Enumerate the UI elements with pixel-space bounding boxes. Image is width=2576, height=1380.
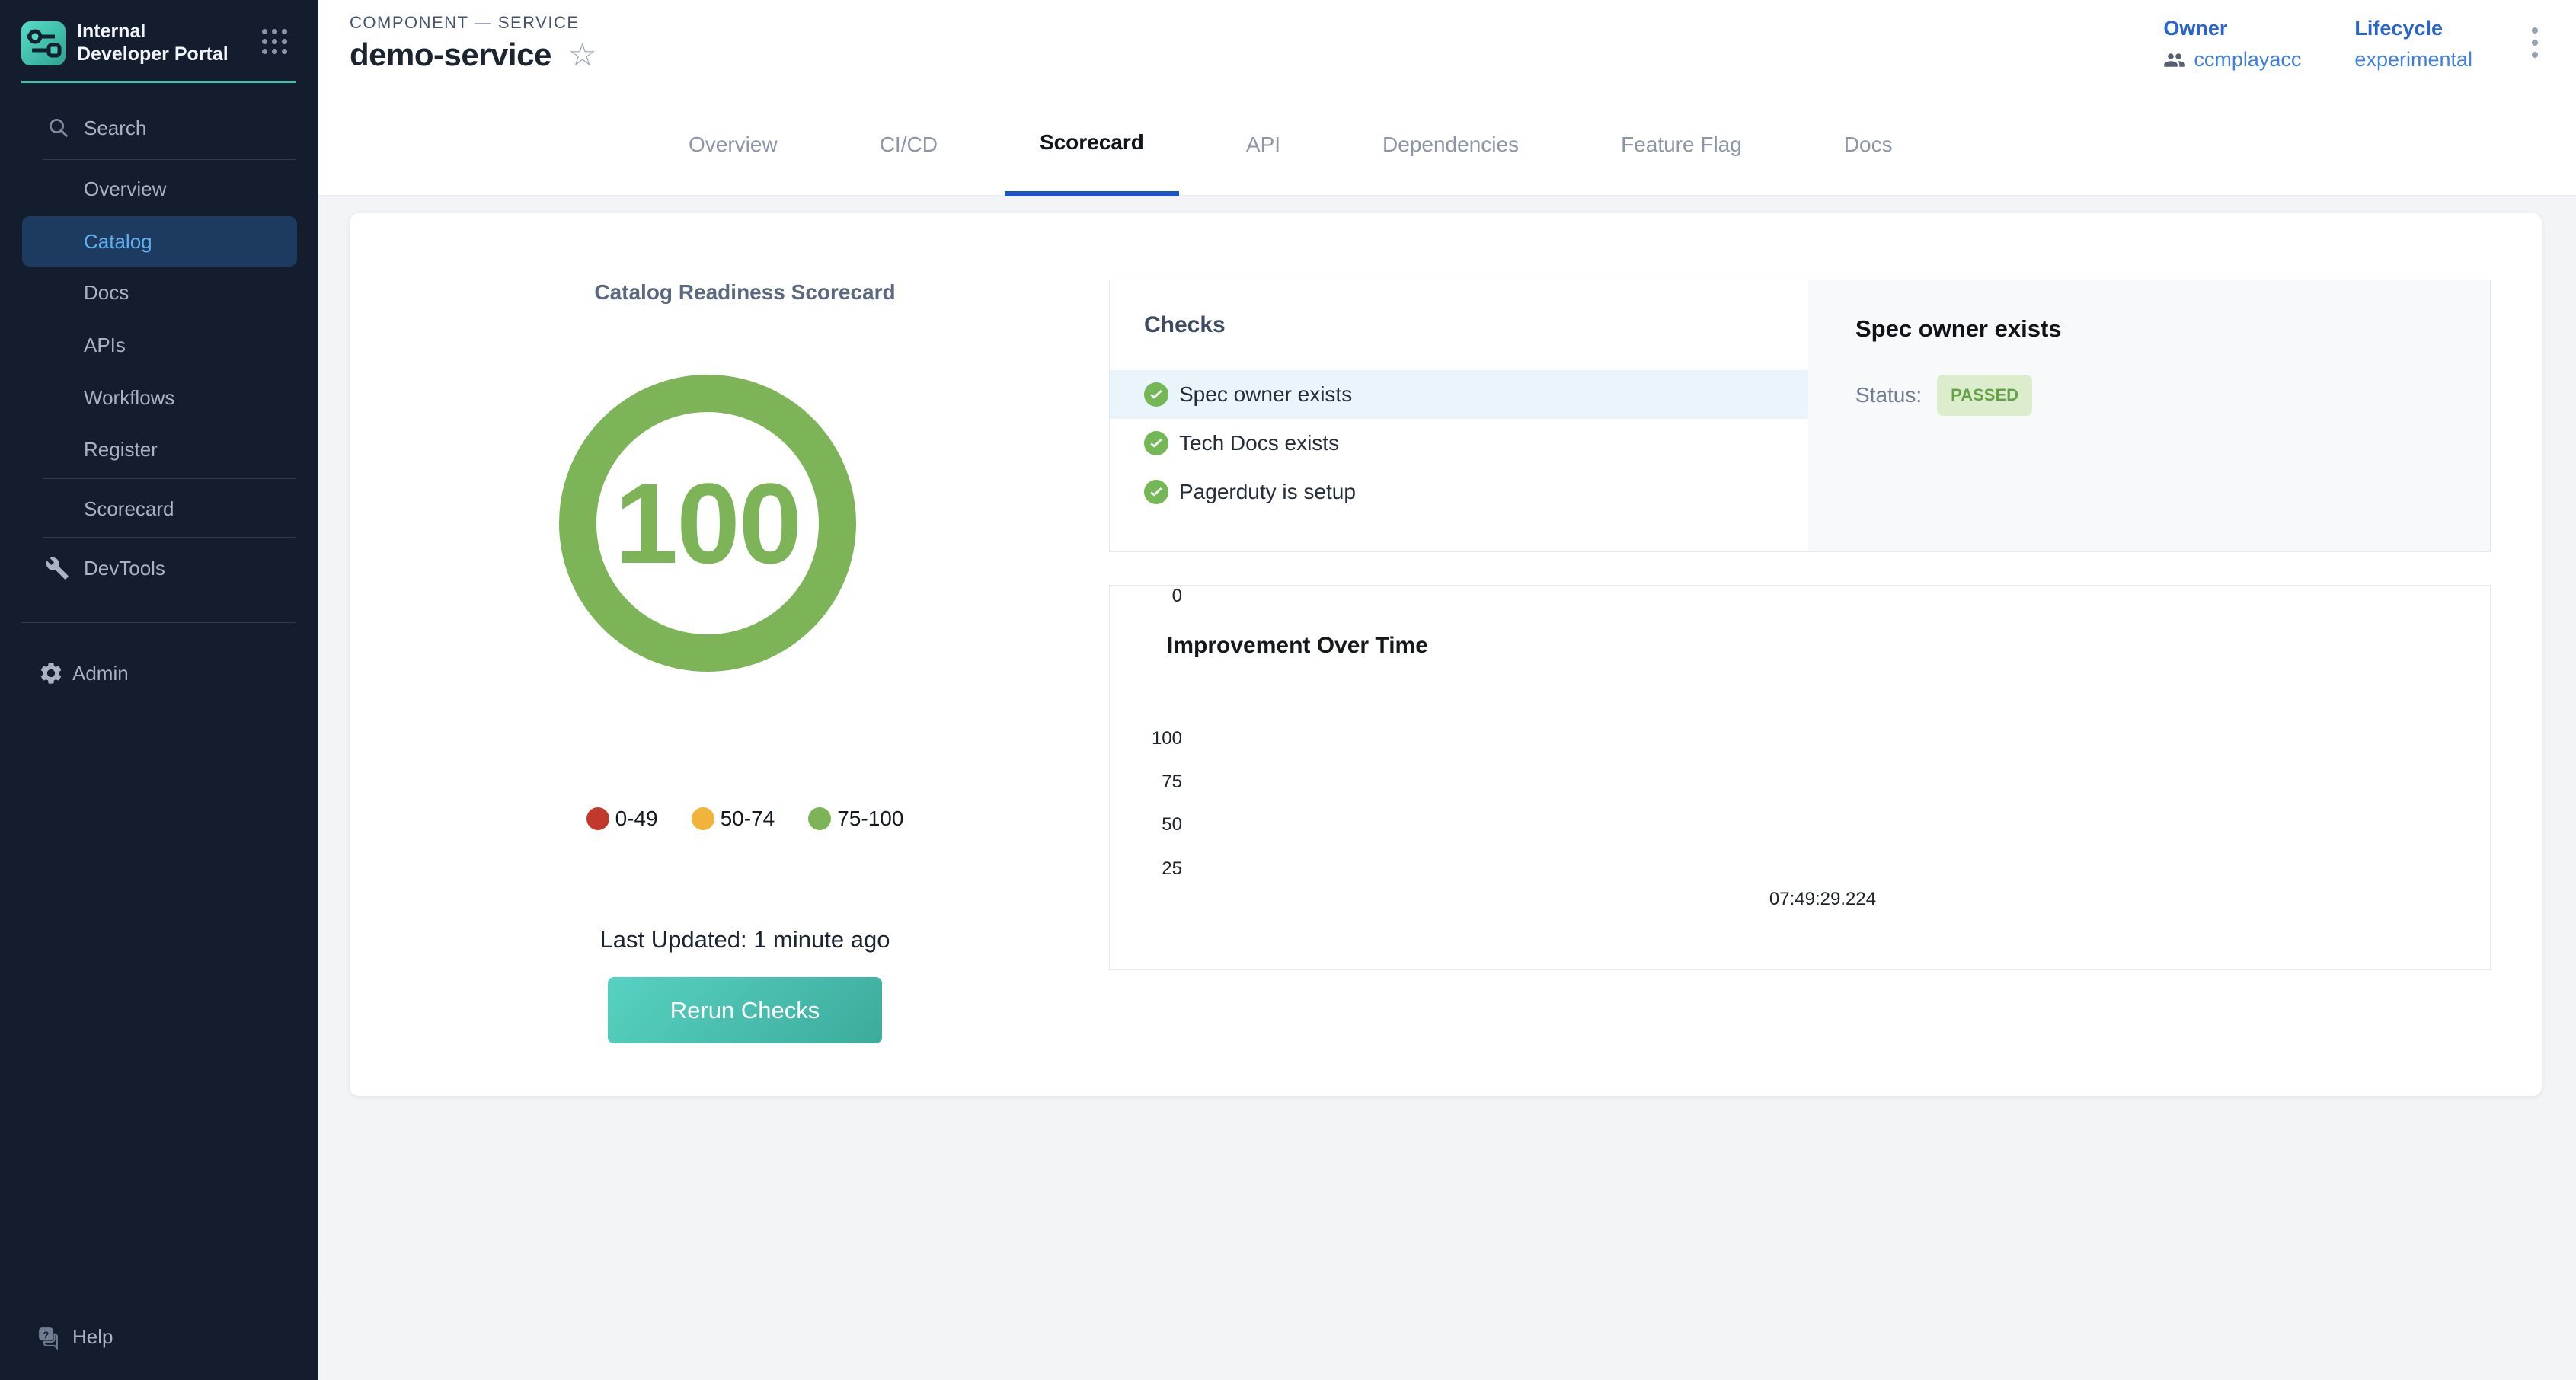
sidebar-item-docs[interactable]: Docs bbox=[22, 267, 297, 318]
scorecard-title: Catalog Readiness Scorecard bbox=[350, 280, 1140, 305]
improvement-chart-title: Improvement Over Time bbox=[1167, 633, 1428, 659]
owner-value-link[interactable]: ccmplayacc bbox=[2194, 48, 2301, 72]
sidebar-item-search[interactable]: Search bbox=[0, 107, 318, 149]
y-axis-tick: 75 bbox=[1110, 771, 1182, 793]
owner-label: Owner bbox=[2163, 17, 2301, 40]
check-circle-icon bbox=[1144, 431, 1168, 455]
score-value: 100 bbox=[615, 458, 801, 589]
improvement-chart-panel: Improvement Over Time 100 75 50 25 0 07:… bbox=[1109, 585, 2491, 970]
sidebar-item-admin[interactable]: Admin bbox=[0, 648, 318, 698]
tab-api[interactable]: API bbox=[1211, 94, 1315, 195]
sidebar-item-catalog[interactable]: Catalog bbox=[22, 216, 297, 267]
sidebar-item-label: Admin bbox=[0, 662, 129, 685]
y-axis-tick: 0 bbox=[1110, 586, 1182, 607]
score-gauge: 100 bbox=[559, 375, 856, 672]
search-icon bbox=[46, 115, 72, 141]
last-updated-text: Last Updated: 1 minute ago bbox=[350, 926, 1140, 954]
x-axis-tick: 07:49:29.224 bbox=[1769, 889, 1876, 910]
sidebar: Internal Developer Portal Search Overvie… bbox=[0, 0, 318, 1380]
divider bbox=[43, 537, 296, 538]
sidebar-item-label: Scorecard bbox=[84, 497, 174, 521]
breadcrumb: COMPONENT — SERVICE bbox=[350, 13, 580, 33]
group-icon bbox=[2163, 49, 2186, 72]
check-detail-pane: Spec owner exists Status: PASSED bbox=[1808, 280, 2490, 551]
sidebar-logo-row: Internal Developer Portal bbox=[21, 15, 300, 69]
tab-overview[interactable]: Overview bbox=[654, 94, 813, 195]
sidebar-item-label: Docs bbox=[84, 281, 129, 305]
lifecycle-value: experimental bbox=[2354, 48, 2472, 72]
score-legend: 0-49 50-74 75-100 bbox=[350, 807, 1140, 831]
divider bbox=[43, 478, 296, 479]
sidebar-item-label: Register bbox=[84, 438, 158, 462]
legend-label: 75-100 bbox=[837, 807, 903, 831]
sidebar-item-scorecard[interactable]: Scorecard bbox=[22, 484, 297, 534]
sidebar-item-label: Workflows bbox=[84, 386, 174, 410]
legend-item: 50-74 bbox=[692, 807, 775, 831]
divider bbox=[43, 159, 296, 160]
check-label: Spec owner exists bbox=[1179, 382, 1352, 407]
status-label: Status: bbox=[1855, 383, 1922, 407]
sidebar-item-register[interactable]: Register bbox=[22, 424, 297, 474]
status-badge: PASSED bbox=[1937, 375, 2032, 416]
check-detail-title: Spec owner exists bbox=[1855, 315, 2062, 343]
sidebar-item-help[interactable]: ? Help bbox=[0, 1311, 318, 1362]
lifecycle-label: Lifecycle bbox=[2354, 17, 2472, 40]
y-axis-tick: 100 bbox=[1110, 728, 1182, 749]
sidebar-accent-divider bbox=[21, 81, 296, 83]
star-icon[interactable]: ☆ bbox=[568, 39, 597, 71]
legend-dot-green bbox=[808, 807, 831, 830]
tab-cicd[interactable]: CI/CD bbox=[845, 94, 973, 195]
legend-dot-red bbox=[586, 807, 609, 830]
y-axis-tick: 25 bbox=[1110, 858, 1182, 880]
y-axis-tick: 50 bbox=[1110, 814, 1182, 835]
scorecard-card: Catalog Readiness Scorecard 100 0-49 50-… bbox=[350, 213, 2542, 1096]
legend-label: 50-74 bbox=[721, 807, 775, 831]
apps-grid-icon[interactable] bbox=[262, 29, 289, 56]
lifecycle-block: Lifecycle experimental bbox=[2354, 17, 2472, 72]
divider bbox=[21, 622, 296, 623]
svg-text:?: ? bbox=[43, 1330, 50, 1341]
checks-column-header: Checks bbox=[1144, 312, 1226, 338]
tab-scorecard[interactable]: Scorecard bbox=[1005, 94, 1179, 196]
tab-feature-flag[interactable]: Feature Flag bbox=[1586, 94, 1777, 195]
page-title: demo-service bbox=[350, 37, 551, 73]
content-area: Catalog Readiness Scorecard 100 0-49 50-… bbox=[318, 196, 2576, 1380]
rerun-checks-button[interactable]: Rerun Checks bbox=[608, 977, 882, 1043]
sidebar-item-label: DevTools bbox=[0, 557, 165, 580]
check-label: Tech Docs exists bbox=[1179, 431, 1339, 455]
sidebar-item-workflows[interactable]: Workflows bbox=[22, 372, 297, 423]
gear-icon bbox=[38, 660, 64, 686]
sidebar-item-overview[interactable]: Overview bbox=[22, 164, 297, 214]
portal-title: Internal Developer Portal bbox=[77, 20, 241, 65]
tab-dependencies[interactable]: Dependencies bbox=[1347, 94, 1554, 195]
sidebar-item-label: APIs bbox=[84, 334, 126, 357]
sidebar-item-label: Catalog bbox=[84, 230, 152, 254]
check-circle-icon bbox=[1144, 480, 1168, 504]
sidebar-item-label: Search bbox=[0, 117, 146, 140]
tab-docs[interactable]: Docs bbox=[1809, 94, 1928, 195]
kebab-menu-icon[interactable] bbox=[2526, 17, 2544, 69]
sidebar-item-label: Overview bbox=[84, 177, 166, 201]
legend-item: 75-100 bbox=[808, 807, 903, 831]
help-icon: ? bbox=[35, 1324, 61, 1350]
owner-block: Owner ccmplayacc bbox=[2163, 17, 2301, 72]
legend-item: 0-49 bbox=[586, 807, 658, 831]
legend-label: 0-49 bbox=[615, 807, 658, 831]
check-label: Pagerduty is setup bbox=[1179, 480, 1356, 504]
checks-panel: Checks Weight (%) Spec owner exists 33 bbox=[1109, 280, 2491, 552]
tab-bar: Overview CI/CD Scorecard API Dependencie… bbox=[318, 94, 2576, 196]
main-area: COMPONENT — SERVICE demo-service ☆ Owner… bbox=[318, 0, 2576, 1380]
sidebar-item-devtools[interactable]: DevTools bbox=[0, 543, 318, 593]
page-header: COMPONENT — SERVICE demo-service ☆ Owner… bbox=[318, 0, 2576, 94]
wrench-icon bbox=[44, 555, 70, 581]
sidebar-item-apis[interactable]: APIs bbox=[22, 320, 297, 370]
portal-logo-icon bbox=[21, 21, 66, 65]
check-circle-icon bbox=[1144, 382, 1168, 407]
legend-dot-amber bbox=[692, 807, 714, 830]
